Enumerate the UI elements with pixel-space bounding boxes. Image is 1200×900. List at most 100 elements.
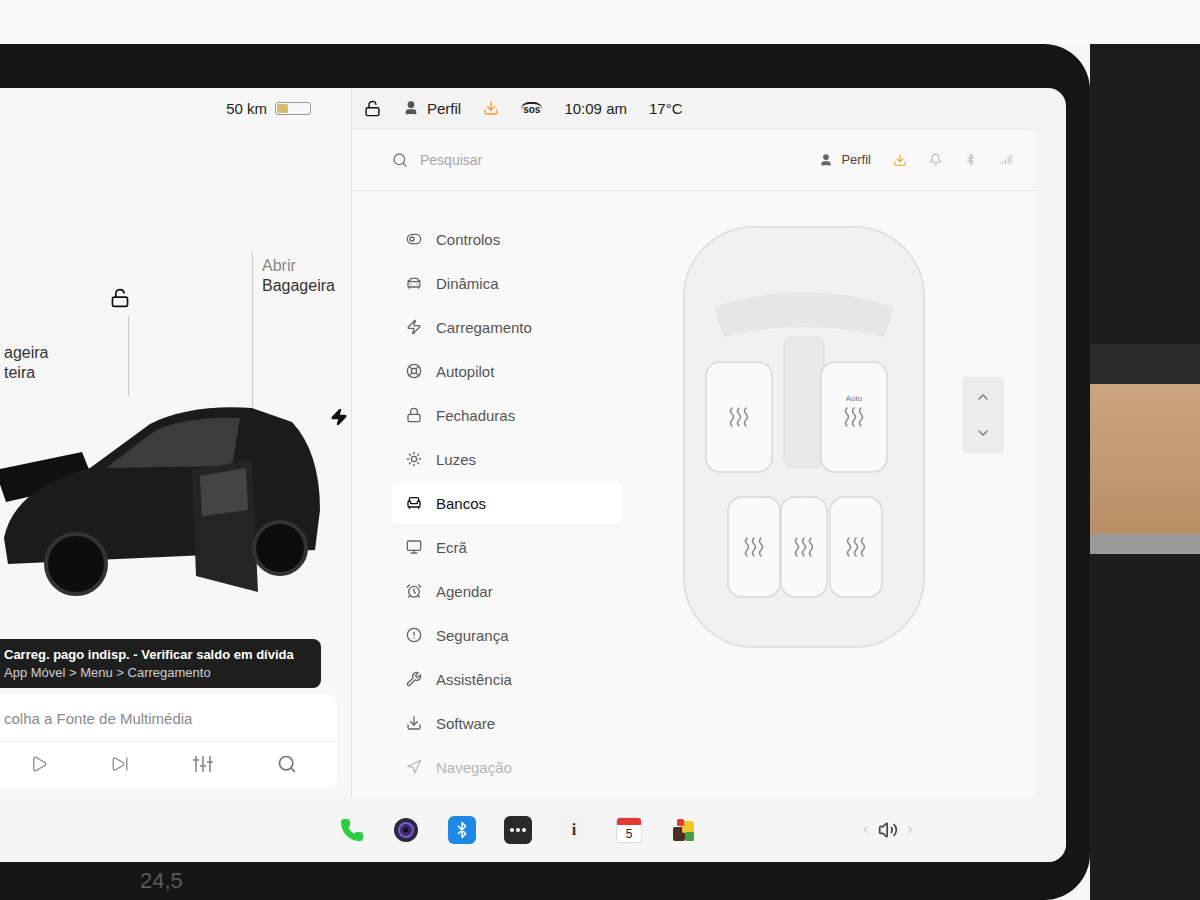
bluetooth-button[interactable] bbox=[448, 816, 476, 844]
battery-fill bbox=[277, 104, 288, 113]
car-stage: AbrirBagageira ageirateira bbox=[0, 128, 351, 639]
bluetooth-icon[interactable] bbox=[964, 153, 977, 166]
search-icon[interactable] bbox=[277, 754, 297, 774]
download-icon bbox=[406, 715, 422, 731]
menu-item[interactable]: Software bbox=[392, 701, 622, 745]
menu-item[interactable]: Navegação bbox=[392, 745, 622, 789]
download-icon[interactable] bbox=[483, 100, 499, 116]
seat-heater-icon[interactable] bbox=[731, 408, 748, 426]
car-icon bbox=[406, 275, 422, 291]
seat[interactable]: Auto bbox=[821, 362, 887, 472]
chrome-trim bbox=[1090, 534, 1200, 554]
menu-item[interactable]: Autopilot bbox=[392, 349, 622, 393]
settings-body: ControlosDinâmicaCarregamentoAutopilotFe… bbox=[352, 191, 1036, 798]
dots-icon bbox=[509, 827, 527, 833]
download-icon[interactable] bbox=[893, 153, 907, 167]
more-button[interactable] bbox=[504, 816, 532, 844]
battery-icon bbox=[275, 102, 311, 115]
menu-item[interactable]: Assistência bbox=[392, 657, 622, 701]
seat-heater-icon[interactable] bbox=[746, 538, 763, 556]
page: 50 km AbrirBagageira ageirateira Carreg. pa… bbox=[0, 0, 1200, 900]
chevron-right-icon[interactable] bbox=[904, 824, 916, 836]
manual-button[interactable]: i bbox=[560, 816, 588, 844]
toggle-icon bbox=[406, 231, 422, 247]
chevron-left-icon[interactable] bbox=[860, 824, 872, 836]
lock-icon bbox=[406, 407, 422, 423]
profile-button[interactable]: Perfil bbox=[403, 100, 461, 117]
menu-item[interactable]: Agendar bbox=[392, 569, 622, 613]
frunk-button[interactable]: ageirateira bbox=[4, 343, 48, 383]
play-icon[interactable] bbox=[30, 755, 48, 773]
display-icon bbox=[406, 539, 422, 555]
range-indicator: 50 km bbox=[0, 88, 351, 128]
svg-text:Auto: Auto bbox=[846, 394, 863, 403]
equalizer-icon[interactable] bbox=[192, 754, 214, 774]
alert-icon bbox=[406, 627, 422, 643]
car-panel: 50 km AbrirBagageira ageirateira Carreg. pa… bbox=[0, 88, 352, 798]
menu-item[interactable]: Luzes bbox=[392, 437, 622, 481]
unlocked-icon[interactable] bbox=[110, 288, 130, 308]
dash-trim bbox=[1090, 344, 1200, 384]
unlocked-icon[interactable] bbox=[364, 100, 381, 117]
seat-heater-icon[interactable] bbox=[846, 408, 863, 426]
charge-port-button[interactable] bbox=[330, 408, 348, 426]
header-icons: Perfil bbox=[819, 152, 1012, 167]
toybox-button[interactable] bbox=[670, 816, 698, 844]
seat[interactable] bbox=[706, 362, 772, 472]
notification[interactable]: Carreg. pago indisp. - Verificar saldo e… bbox=[0, 639, 321, 688]
camera-icon bbox=[393, 817, 419, 843]
car-image bbox=[0, 360, 330, 610]
seat[interactable] bbox=[728, 497, 780, 597]
seat[interactable] bbox=[781, 497, 827, 597]
bell-icon[interactable] bbox=[929, 153, 942, 166]
clock: 10:09 am bbox=[564, 100, 627, 117]
phone-icon[interactable] bbox=[340, 818, 364, 842]
touchscreen: 50 km AbrirBagageira ageirateira Carreg. pa… bbox=[0, 88, 1066, 862]
camera-button[interactable] bbox=[392, 816, 420, 844]
odometer: 24,5 bbox=[140, 868, 183, 894]
notification-subtitle: App Móvel > Menu > Carregamento bbox=[4, 665, 311, 680]
next-icon[interactable] bbox=[111, 755, 129, 773]
settings-header: Pesquisar Perfil bbox=[352, 129, 1036, 191]
toybox-icon bbox=[671, 817, 697, 843]
bolt-icon[interactable] bbox=[330, 408, 348, 426]
media-controls bbox=[0, 742, 337, 788]
seat-heater-icon[interactable] bbox=[848, 538, 865, 556]
menu-item[interactable]: Bancos bbox=[392, 481, 622, 525]
navigation-icon bbox=[406, 759, 422, 775]
menu-item[interactable]: Dinâmica bbox=[392, 261, 622, 305]
menu-item[interactable]: Fechaduras bbox=[392, 393, 622, 437]
seat-diagram: Auto bbox=[654, 217, 954, 657]
search-field[interactable]: Pesquisar bbox=[392, 152, 807, 168]
info-glyph: i bbox=[572, 821, 576, 839]
status-bar: Perfil sos 10:09 am 17°C bbox=[352, 88, 1066, 128]
calendar-button[interactable]: 5 bbox=[616, 817, 642, 843]
menu-item[interactable]: Carregamento bbox=[392, 305, 622, 349]
profile-button[interactable]: Perfil bbox=[819, 152, 871, 167]
dashboard: 50 km AbrirBagageira ageirateira Carreg. pa… bbox=[0, 44, 1200, 900]
sos-button[interactable]: sos bbox=[521, 102, 542, 115]
calendar-day: 5 bbox=[617, 825, 641, 842]
alarm-icon bbox=[406, 583, 422, 599]
menu-item[interactable]: Segurança bbox=[392, 613, 622, 657]
seat-scroll bbox=[962, 377, 1004, 453]
seat-heater-icon[interactable] bbox=[796, 538, 813, 556]
chevron-down-icon[interactable] bbox=[975, 425, 991, 441]
menu-item[interactable]: Ecrã bbox=[392, 525, 622, 569]
range-text: 50 km bbox=[226, 100, 267, 117]
seat-icon bbox=[406, 495, 422, 511]
temperature: 17°C bbox=[649, 100, 683, 117]
volume-icon[interactable] bbox=[878, 820, 898, 840]
trunk-button[interactable]: AbrirBagageira bbox=[262, 256, 335, 296]
notification-title: Carreg. pago indisp. - Verificar saldo e… bbox=[4, 647, 311, 662]
menu-item[interactable]: Controlos bbox=[392, 217, 622, 261]
settings-panel: Perfil sos 10:09 am 17°C Pesquisar Perfil Cont… bbox=[352, 88, 1066, 798]
volume-control[interactable] bbox=[860, 820, 916, 840]
car-lock-button[interactable] bbox=[110, 288, 130, 308]
chevron-up-icon[interactable] bbox=[975, 389, 991, 405]
seat[interactable] bbox=[830, 497, 882, 597]
steering-wheel-icon bbox=[406, 363, 422, 379]
media-source-prompt[interactable]: colha a Fonte de Multimédia bbox=[0, 694, 337, 742]
user-icon bbox=[403, 100, 419, 116]
screen-bezel: 50 km AbrirBagageira ageirateira Carreg. pa… bbox=[0, 44, 1090, 900]
